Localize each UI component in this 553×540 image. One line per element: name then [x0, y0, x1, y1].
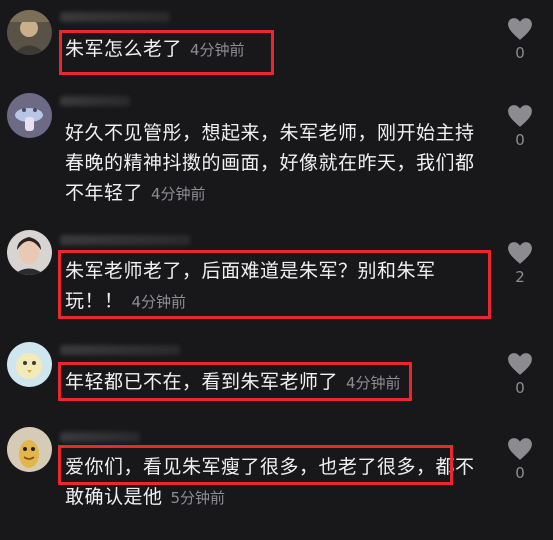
username[interactable] — [60, 12, 170, 22]
avatar[interactable] — [7, 427, 52, 472]
comment-text: 朱军怎么老了 4分钟前 — [65, 38, 245, 60]
avatar[interactable] — [7, 10, 52, 55]
like-count: 0 — [515, 131, 525, 149]
heart-icon — [508, 105, 532, 127]
username[interactable] — [60, 96, 130, 106]
like-button[interactable]: 0 — [505, 104, 535, 149]
comment-text: 年轻都已不在，看到朱军老师了 4分钟前 — [65, 371, 401, 393]
username[interactable] — [60, 345, 180, 355]
comment-time: 5分钟前 — [170, 489, 226, 507]
comment-time: 4分钟前 — [131, 293, 187, 311]
like-button[interactable]: 0 — [505, 352, 535, 397]
comment-time: 4分钟前 — [346, 374, 401, 392]
like-count: 0 — [515, 44, 525, 62]
heart-icon — [508, 353, 532, 375]
like-count: 2 — [515, 268, 525, 286]
heart-icon — [508, 438, 532, 460]
avatar[interactable] — [7, 93, 52, 138]
username[interactable] — [60, 235, 190, 245]
like-count: 0 — [515, 379, 525, 397]
like-button[interactable]: 0 — [505, 437, 535, 482]
heart-icon — [508, 242, 532, 264]
comment-text: 好久不见管彤，想起来，朱军老师，刚开始主持春晚的精神抖擞的画面，好像就在昨天，我… — [65, 122, 475, 204]
heart-icon — [508, 18, 532, 40]
comment-text: 朱军老师老了，后面难道是朱军？别和朱军玩！！ 4分钟前 — [65, 260, 436, 312]
like-button[interactable]: 0 — [505, 17, 535, 62]
avatar[interactable] — [7, 230, 52, 275]
comment-text: 爱你们，看见朱军瘦了很多，也老了很多，都不敢确认是他 5分钟前 — [65, 456, 475, 508]
username[interactable] — [60, 432, 140, 442]
like-count: 0 — [515, 464, 525, 482]
like-button[interactable]: 2 — [505, 241, 535, 286]
comment-time: 4分钟前 — [190, 41, 245, 59]
avatar[interactable] — [7, 342, 52, 387]
comment-time: 4分钟前 — [151, 185, 206, 203]
